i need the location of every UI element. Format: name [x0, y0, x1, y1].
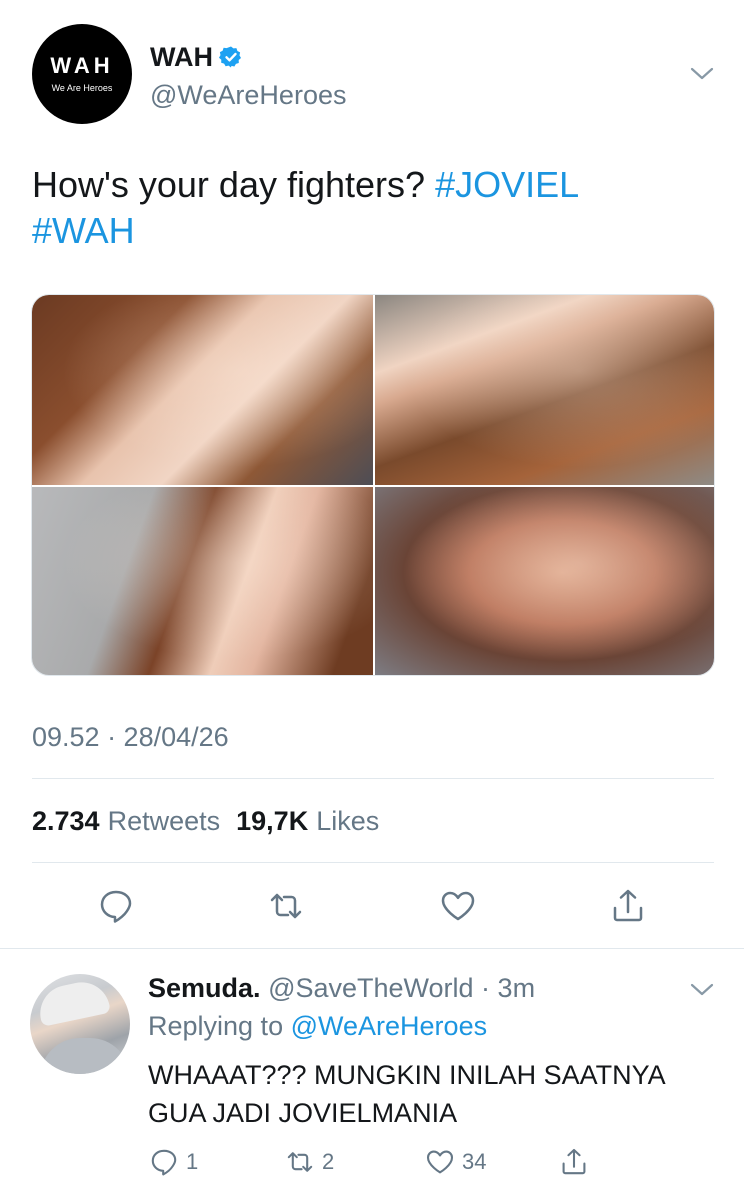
divider [32, 778, 714, 779]
reply-header: Semuda. @SaveTheWorld · 3m [148, 972, 535, 1004]
reply-like-count: 34 [462, 1149, 487, 1174]
reply-display-name[interactable]: Semuda. [148, 973, 261, 1003]
photo-2[interactable] [375, 295, 714, 485]
replying-to-mention[interactable]: @WeAreHeroes [291, 1011, 487, 1041]
retweets-count[interactable]: 2.734 [32, 806, 100, 837]
reply-retweet-count: 2 [322, 1149, 335, 1174]
reply-tweet[interactable]: Semuda. @SaveTheWorld · 3m Replying to @… [0, 950, 744, 1200]
hashtag-wah[interactable]: #WAH [32, 210, 135, 251]
reply-share-button[interactable] [558, 1146, 596, 1178]
chevron-down-icon[interactable] [690, 64, 714, 84]
likes-label[interactable]: Likes [316, 806, 379, 837]
photo-4[interactable] [375, 487, 714, 675]
photo-1[interactable] [32, 295, 373, 485]
media-grid [31, 294, 715, 676]
reply-handle-time[interactable]: @SaveTheWorld · 3m [268, 973, 535, 1003]
chevron-down-icon[interactable] [690, 980, 714, 1000]
reply-retweet-button[interactable]: 2 [284, 1146, 334, 1178]
replying-to-prefix: Replying to [148, 1011, 284, 1041]
tweet-text: How's your day fighters? #JOVIEL #WAH [32, 162, 712, 254]
author-name-row[interactable]: WAH [150, 42, 243, 72]
reply-reply-count: 1 [186, 1149, 199, 1174]
author-handle[interactable]: @WeAreHeroes [150, 80, 346, 110]
likes-count[interactable]: 19,7K [236, 806, 308, 837]
engagement-stats: 2.734 Retweets 19,7K Likes [32, 806, 395, 837]
reply-icon[interactable] [96, 886, 136, 926]
reply-action-bar: 1 2 34 [148, 1146, 708, 1182]
tweet-timestamp[interactable]: 09.52 · 28/04/26 [32, 722, 229, 753]
avatar-logo-text: WAH [50, 53, 114, 78]
main-tweet: WAH We Are Heroes WAH @WeAreHeroes How's… [0, 0, 744, 950]
avatar-logo-subtext: We Are Heroes [51, 83, 113, 93]
tweet-action-bar [0, 880, 744, 930]
author-display-name[interactable]: WAH [150, 42, 213, 72]
retweet-icon [287, 1152, 313, 1172]
hashtag-joviel[interactable]: #JOVIEL [435, 164, 579, 205]
photo-3[interactable] [32, 487, 373, 675]
retweets-label[interactable]: Retweets [108, 806, 221, 837]
reply-like-button[interactable]: 34 [424, 1146, 486, 1178]
share-icon [562, 1148, 586, 1175]
reply-icon [151, 1149, 177, 1176]
wah-avatar[interactable]: WAH We Are Heroes [32, 24, 132, 124]
divider [32, 862, 714, 863]
heart-icon[interactable] [438, 886, 478, 926]
reply-text: WHAAAT??? MUNGKIN INILAH SAATNYA GUA JAD… [148, 1060, 665, 1128]
reply-avatar[interactable] [30, 974, 130, 1074]
replying-to: Replying to @WeAreHeroes [148, 1010, 487, 1042]
reply-reply-button[interactable]: 1 [148, 1146, 198, 1178]
share-icon[interactable] [608, 886, 648, 926]
tweet-separator [0, 948, 744, 949]
retweet-icon[interactable] [266, 886, 306, 926]
tweet-text-body: How's your day fighters? [32, 164, 436, 205]
heart-icon [426, 1150, 454, 1174]
verified-badge-icon [219, 46, 241, 68]
